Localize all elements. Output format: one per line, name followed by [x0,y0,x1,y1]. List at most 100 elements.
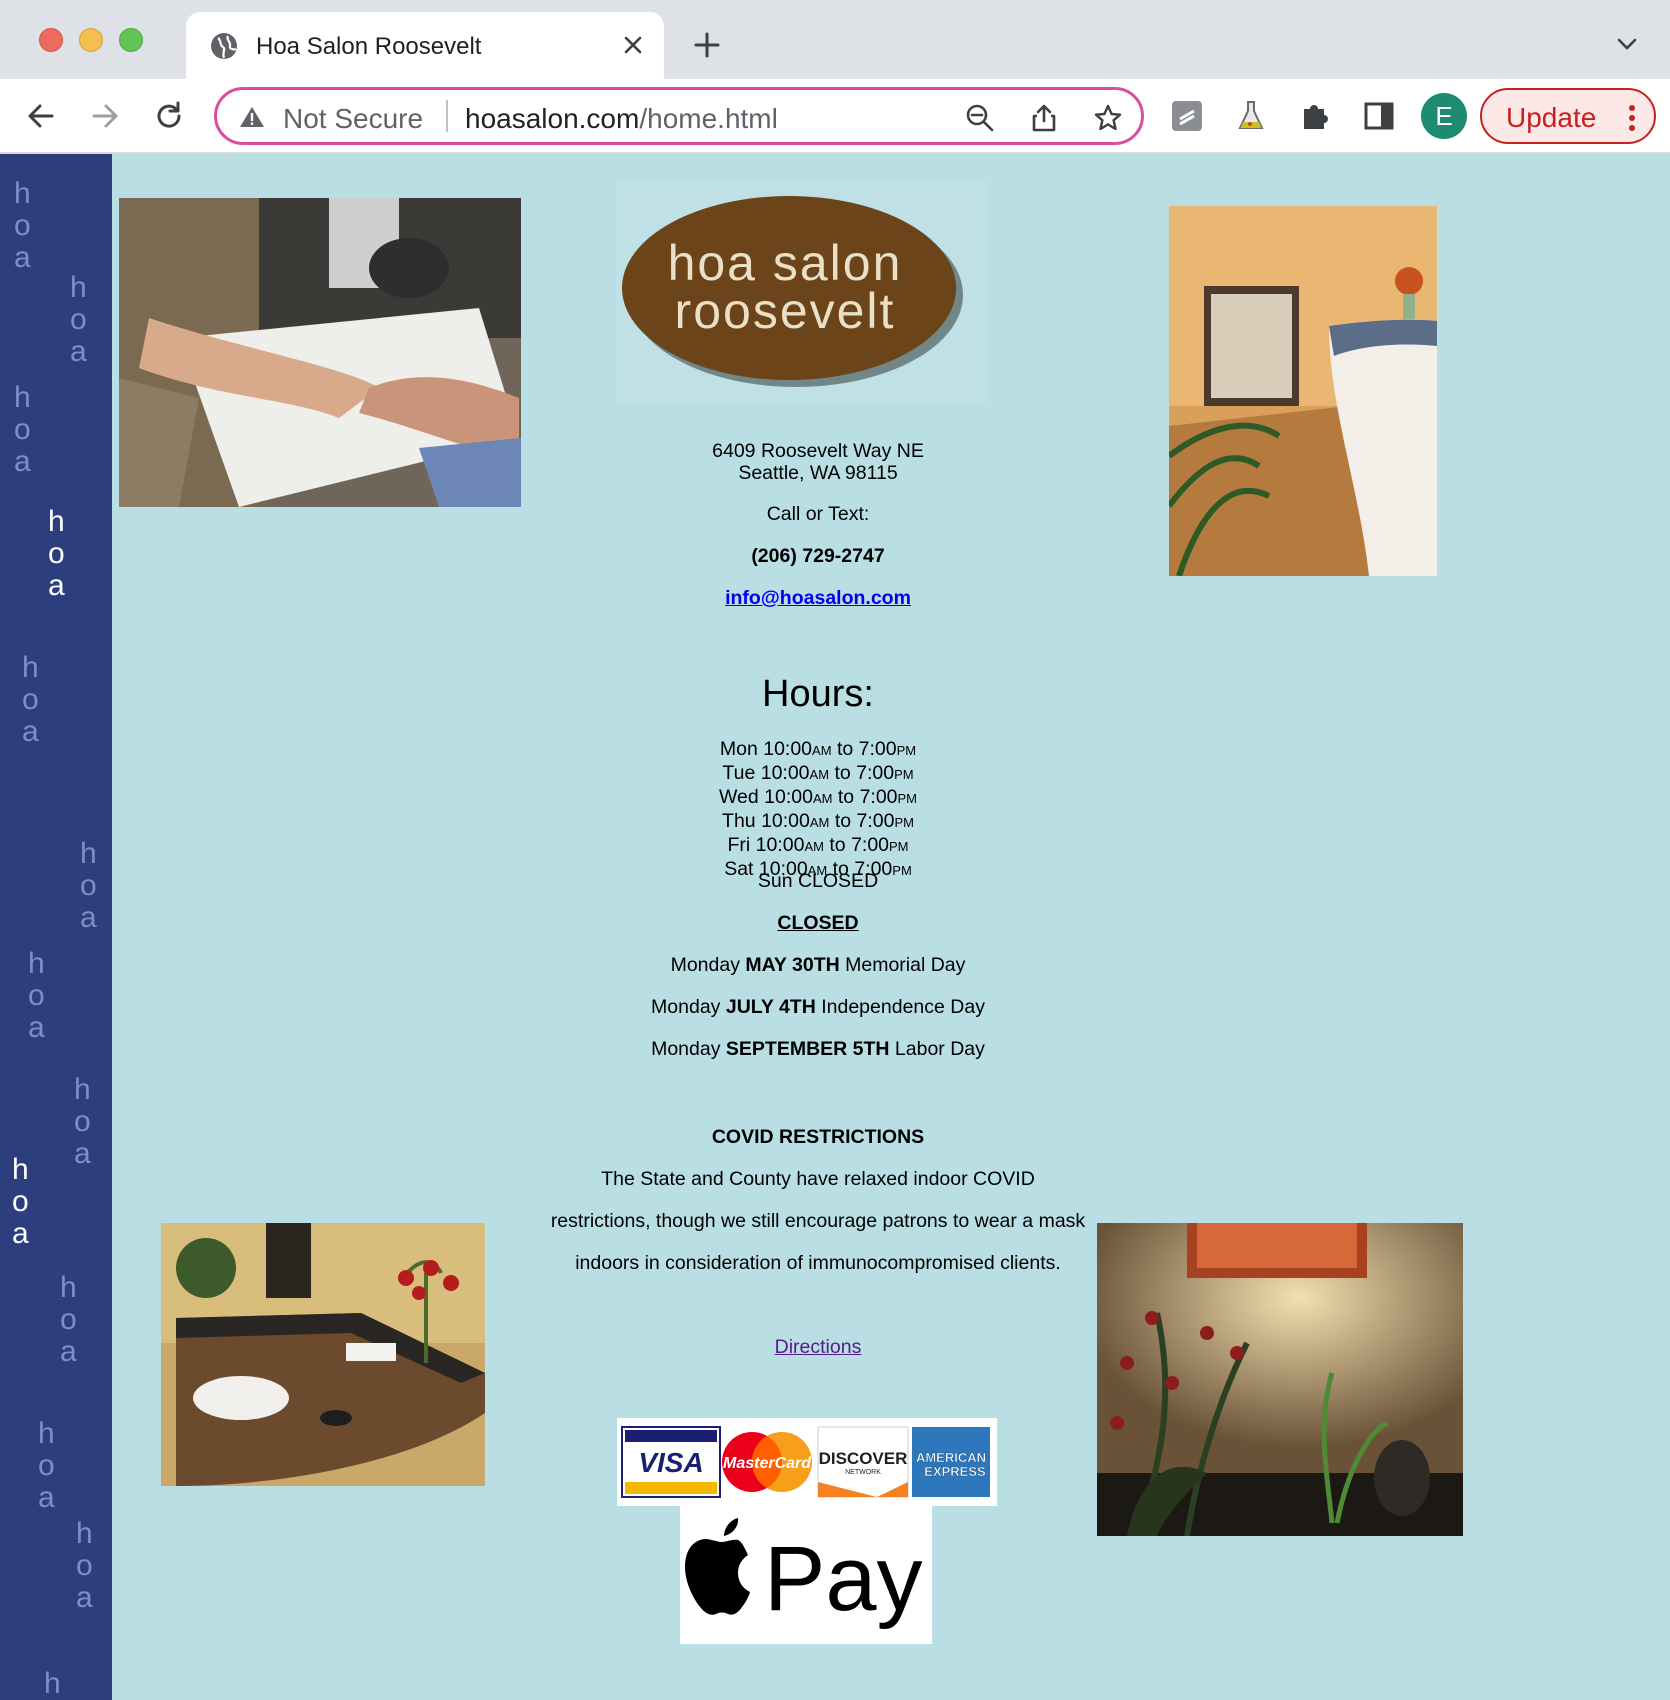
salon-logo: hoa salon roosevelt [616,182,986,404]
hoa-watermark: hoa [12,1154,29,1250]
phone-number: (206) 729-2747 [751,545,885,567]
hoa-watermark-letter: o [60,1303,77,1336]
hours-close-suffix: PM [894,815,914,830]
hours-open-suffix: AM [809,815,830,830]
call-label: Call or Text: [766,503,870,525]
tab-search-chevron-icon[interactable] [1614,34,1640,54]
hours-open: 10:00 [761,810,810,832]
hoa-watermark-letter: a [28,1011,45,1044]
covid-heading: COVID RESTRICTIONS [711,1126,925,1148]
discover-text: DISCOVER [819,1449,908,1468]
hoa-watermark-letter: a [22,715,39,748]
flask-extension-icon[interactable] [1234,99,1268,133]
hoa-watermark: hoa [60,1272,77,1368]
hoa-watermark-letter: a [76,1581,93,1614]
forward-arrow-icon[interactable] [88,99,122,133]
globe-icon [211,33,237,59]
hours-day: Thu [722,810,756,832]
hours-row: Tue 10:00AM to 7:00PM [532,762,1104,786]
back-arrow-icon[interactable] [24,99,58,133]
more-vert-icon[interactable] [1628,104,1636,132]
closed-heading-wrap: CLOSED [532,912,1104,934]
address-line2: Seattle, WA 98115 [738,462,898,484]
payment-cards: VISA MasterCard DISCOVER NETWORK AMERICA… [617,1418,997,1506]
hoa-watermark-letter: o [22,683,39,716]
hours-row: Thu 10:00AM to 7:00PM [532,810,1104,834]
browser-tab-active[interactable]: Hoa Salon Roosevelt [186,12,664,79]
hours-row: Mon 10:00AM to 7:00PM [532,738,1104,762]
address-line1: 6409 Roosevelt Way NE [712,440,924,462]
url-text[interactable]: hoasalon.com/home.html [465,103,778,135]
hours-open-suffix: AM [812,743,832,758]
hours-to: to [837,786,855,808]
address-bar[interactable]: Not Secure hoasalon.com/home.html [214,87,1144,145]
directions-wrap: Directions [532,1336,1104,1358]
url-path: /home.html [639,103,778,134]
hoa-watermark-letter: a [48,569,65,602]
side-panel-icon[interactable] [1362,99,1396,133]
hoa-watermark-letter: h [80,837,97,870]
manicure-photo [119,198,521,507]
hours-close: 7:00 [851,834,890,856]
window-close-button[interactable] [39,28,63,52]
hours-row: Fri 10:00AM to 7:00PM [532,834,1104,858]
discover-sub-text: NETWORK [845,1469,881,1476]
hoa-watermark-letter: a [74,1137,91,1170]
hours-row: Wed 10:00AM to 7:00PM [532,786,1104,810]
close-tab-icon[interactable] [620,32,646,58]
hoa-watermark-letter: o [14,413,31,446]
covid-line1: The State and County have relaxed indoor… [601,1168,1035,1190]
amex-text-line2: EXPRESS [924,1464,986,1479]
hoa-watermark-letter: h [28,947,45,980]
reception-photo [1169,206,1437,576]
security-label[interactable]: Not Secure [283,103,423,135]
email-wrap: info@hoasalon.com [532,587,1104,609]
warning-triangle-icon[interactable] [239,105,265,129]
hours-day: Tue [722,762,756,784]
new-tab-icon[interactable] [692,30,722,60]
hoa-watermark-letter: a [14,445,31,478]
hoa-watermark-letter: o [38,1449,55,1482]
hoa-watermark-letter: a [38,1481,55,1514]
hoa-watermark-letter: h [74,1073,91,1106]
window-zoom-button[interactable] [119,28,143,52]
hoa-watermark-letter: h [14,381,31,414]
url-domain: hoasalon.com [465,103,640,134]
mastercard-icon: MasterCard [722,1432,812,1492]
apple-icon [685,1518,750,1615]
update-label: Update [1506,102,1597,133]
hoa-watermark-letter: o [48,537,65,570]
decorative-sidebar: hoahoahoahoahoahoahoahoahoahoahoahoahoa [0,154,112,1700]
window-minimize-button[interactable] [79,28,103,52]
hoa-watermark: hoa [80,838,97,934]
closure-prefix: Monday [670,954,740,976]
closure-holiday: Independence Day [821,996,985,1018]
puzzle-extensions-icon[interactable] [1298,99,1332,133]
directions-link[interactable]: Directions [775,1336,862,1358]
hoa-watermark: hoa [22,652,39,748]
hours-close-suffix: PM [889,839,909,854]
sink-photo [161,1223,485,1486]
hoa-watermark-letter: o [28,979,45,1012]
address-separator [446,100,448,132]
covid-line2: restrictions, though we still encourage … [550,1210,1086,1232]
bookmark-star-icon[interactable] [1093,103,1123,133]
reload-icon[interactable] [152,99,186,133]
share-icon[interactable] [1029,103,1059,133]
email-link[interactable]: info@hoasalon.com [725,587,911,609]
update-button[interactable]: Update [1480,88,1656,144]
hoa-watermark: hoa [14,178,31,274]
browser-toolbar: Not Secure hoasalon.com/home.html E Upda… [0,79,1670,153]
hours-to: to [834,762,851,784]
hoa-watermark: hoa [14,382,31,478]
hours-open: 10:00 [763,738,813,760]
hoa-watermark-letter: h [70,271,87,304]
hoa-watermark-letter: h [38,1417,55,1450]
closure-item: Monday SEPTEMBER 5TH Labor Day [532,1038,1104,1060]
visa-text: VISA [638,1447,703,1478]
hoa-watermark-letter: a [14,241,31,274]
hours-close: 7:00 [856,762,895,784]
profile-avatar[interactable]: E [1421,93,1467,139]
extension-slash-icon[interactable] [1170,99,1204,133]
zoom-out-icon[interactable] [965,103,995,133]
